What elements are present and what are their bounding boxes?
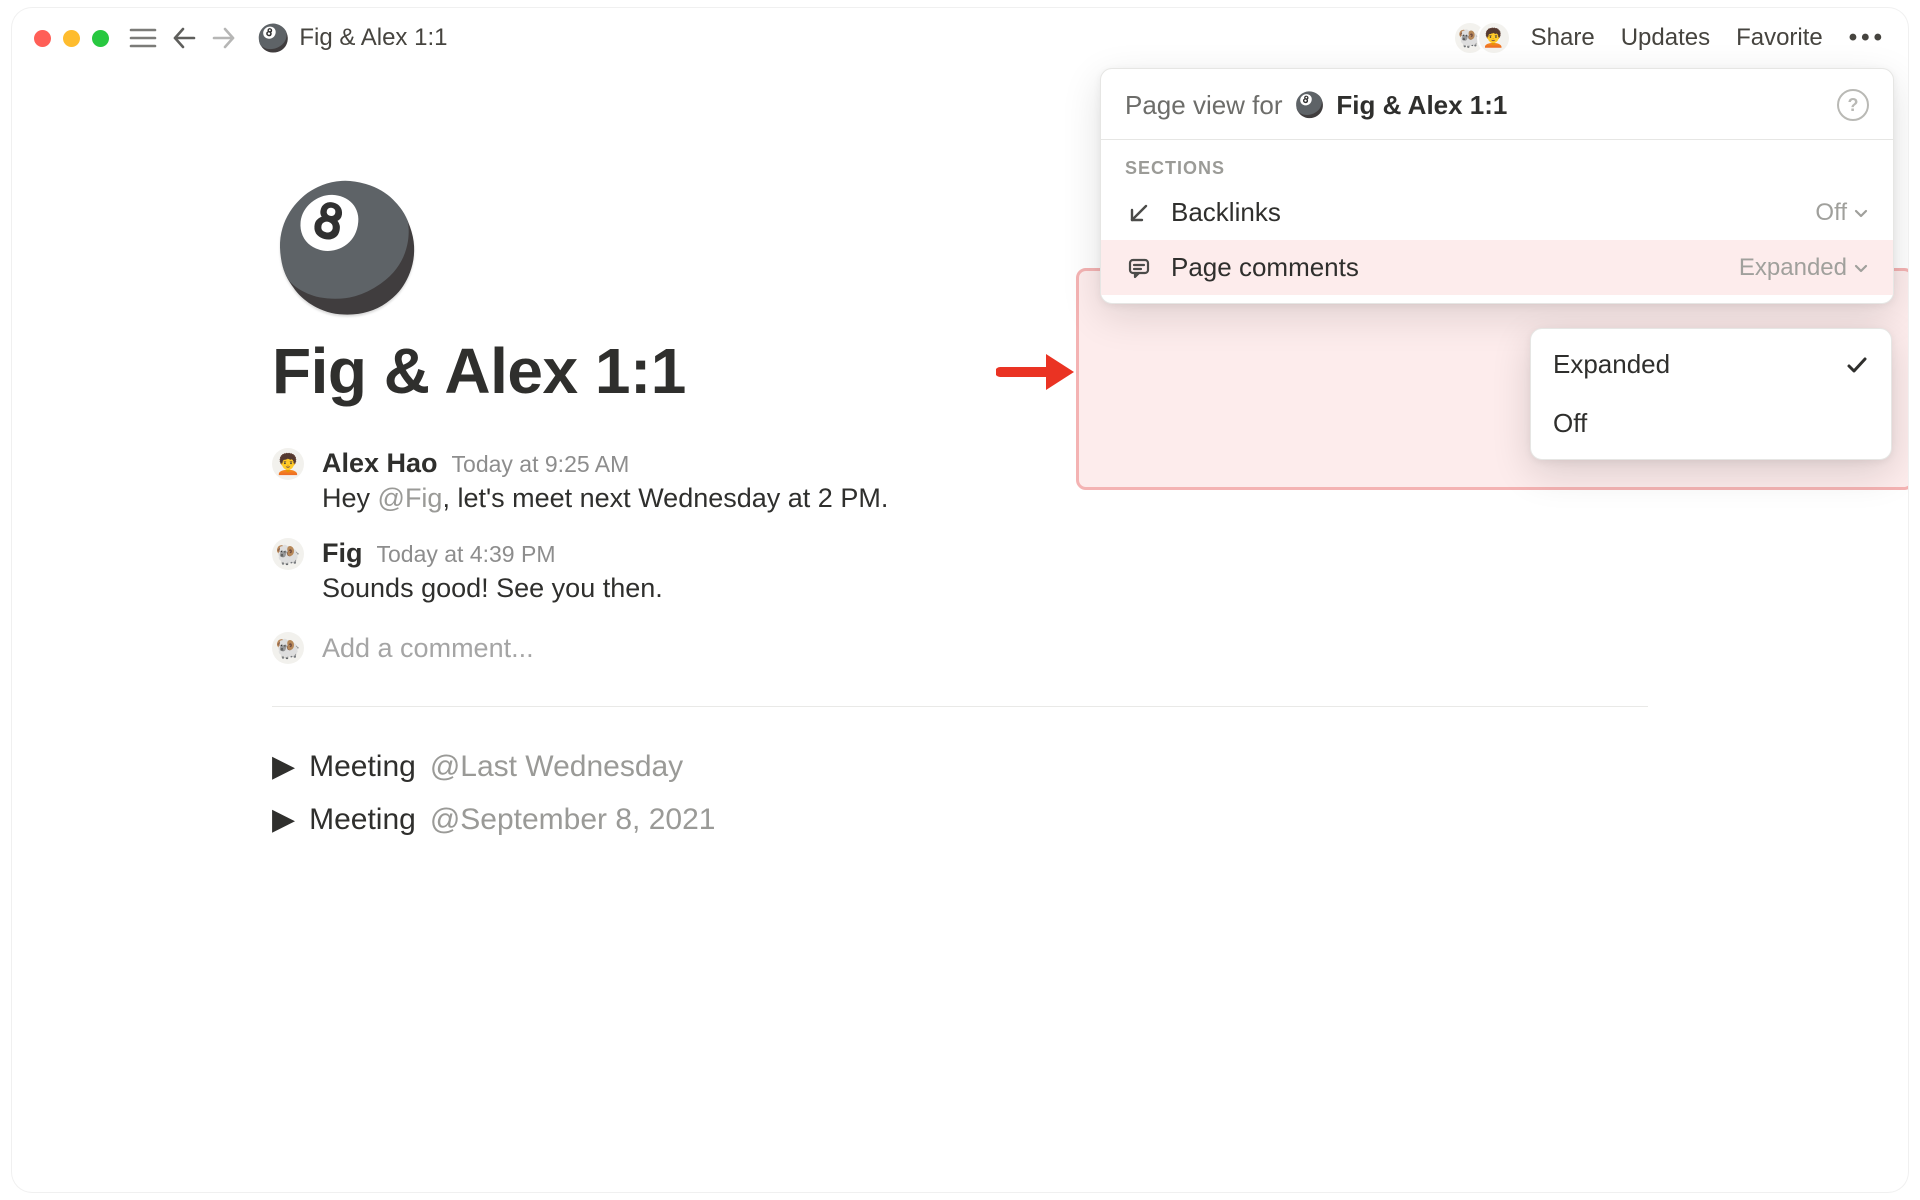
- window-controls: [34, 30, 109, 47]
- dropdown-option-label: Off: [1553, 408, 1587, 439]
- triangle-icon: ▶: [272, 749, 295, 784]
- dropdown-option-label: Expanded: [1553, 349, 1670, 380]
- presence-avatars[interactable]: 🐏 🧑‍🦱: [1453, 21, 1511, 55]
- presence-avatar: 🧑‍🦱: [1477, 21, 1511, 55]
- topbar: 🎱 Fig & Alex 1:1 🐏 🧑‍🦱 Share Updates Fav…: [12, 8, 1908, 68]
- comments-icon: [1125, 256, 1153, 280]
- updates-button[interactable]: Updates: [1621, 24, 1710, 52]
- comment-author: Fig: [322, 538, 363, 569]
- page-title[interactable]: Fig & Alex 1:1: [272, 334, 1648, 408]
- menu-row-page-comments[interactable]: Page comments Expanded: [1101, 240, 1893, 295]
- divider: [272, 706, 1648, 707]
- menu-row-label: Page comments: [1171, 252, 1721, 283]
- nav-back-button[interactable]: [171, 25, 197, 51]
- breadcrumb[interactable]: 🎱 Fig & Alex 1:1: [257, 24, 447, 52]
- page-view-menu: Page view for 🎱 Fig & Alex 1:1 ? SECTION…: [1100, 68, 1894, 304]
- page-comments-dropdown: Expanded Off: [1530, 328, 1892, 460]
- toggle-item[interactable]: ▶ Meeting @Last Wednesday: [272, 749, 1648, 784]
- menu-row-backlinks[interactable]: Backlinks Off: [1101, 185, 1893, 240]
- share-button[interactable]: Share: [1531, 24, 1595, 52]
- app-window: 🎱 Fig & Alex 1:1 🐏 🧑‍🦱 Share Updates Fav…: [12, 8, 1908, 1192]
- backlinks-icon: [1125, 202, 1153, 224]
- breadcrumb-title: Fig & Alex 1:1: [299, 24, 447, 52]
- comment-avatar: 🐏: [272, 538, 304, 570]
- comment-text: Hey @Fig, let's meet next Wednesday at 2…: [322, 483, 1648, 514]
- menu-section-label: SECTIONS: [1101, 140, 1893, 185]
- nav-forward-button[interactable]: [211, 25, 237, 51]
- chevron-down-icon: [1853, 260, 1869, 276]
- mention[interactable]: @Fig: [378, 483, 443, 513]
- more-menu-button[interactable]: •••: [1849, 24, 1886, 52]
- toggle-list: ▶ Meeting @Last Wednesday ▶ Meeting @Sep…: [272, 749, 1648, 837]
- menu-lead-text: Page view for: [1125, 90, 1283, 121]
- menu-row-label: Backlinks: [1171, 197, 1797, 228]
- self-avatar: 🐏: [272, 632, 304, 664]
- add-comment[interactable]: 🐏 Add a comment...: [272, 632, 1648, 664]
- dropdown-option-off[interactable]: Off: [1531, 394, 1891, 453]
- menu-page-icon: 🎱: [1295, 91, 1325, 120]
- date-mention[interactable]: @Last Wednesday: [430, 750, 683, 784]
- comment-time: Today at 9:25 AM: [452, 451, 630, 478]
- window-close-button[interactable]: [34, 30, 51, 47]
- dropdown-option-expanded[interactable]: Expanded: [1531, 335, 1891, 394]
- comment-time: Today at 4:39 PM: [377, 541, 556, 568]
- add-comment-placeholder: Add a comment...: [322, 633, 534, 664]
- comment: 🐏 Fig Today at 4:39 PM Sounds good! See …: [272, 538, 1648, 604]
- help-icon[interactable]: ?: [1837, 89, 1869, 121]
- tutorial-arrow-icon: [996, 350, 1074, 394]
- menu-row-value: Expanded: [1739, 254, 1869, 282]
- triangle-icon: ▶: [272, 802, 295, 837]
- chevron-down-icon: [1853, 205, 1869, 221]
- window-minimize-button[interactable]: [63, 30, 80, 47]
- comment-text: Sounds good! See you then.: [322, 573, 1648, 604]
- comment-avatar: 🧑‍🦱: [272, 448, 304, 480]
- toggle-item[interactable]: ▶ Meeting @September 8, 2021: [272, 802, 1648, 837]
- menu-row-value: Off: [1815, 199, 1869, 227]
- top-actions: Share Updates Favorite •••: [1531, 24, 1886, 52]
- nav-arrows: [171, 25, 237, 51]
- window-zoom-button[interactable]: [92, 30, 109, 47]
- comment: 🧑‍🦱 Alex Hao Today at 9:25 AM Hey @Fig, …: [272, 448, 1648, 514]
- sidebar-toggle-button[interactable]: [129, 27, 157, 49]
- breadcrumb-icon: 🎱: [257, 25, 289, 51]
- menu-page-title: Fig & Alex 1:1: [1336, 90, 1507, 121]
- comment-author: Alex Hao: [322, 448, 438, 479]
- toggle-label: Meeting: [309, 803, 416, 837]
- page-comments: 🧑‍🦱 Alex Hao Today at 9:25 AM Hey @Fig, …: [272, 448, 1648, 664]
- date-mention[interactable]: @September 8, 2021: [430, 803, 716, 837]
- toggle-label: Meeting: [309, 750, 416, 784]
- favorite-button[interactable]: Favorite: [1736, 24, 1823, 52]
- page-view-menu-header: Page view for 🎱 Fig & Alex 1:1 ?: [1101, 69, 1893, 140]
- check-icon: [1845, 353, 1869, 377]
